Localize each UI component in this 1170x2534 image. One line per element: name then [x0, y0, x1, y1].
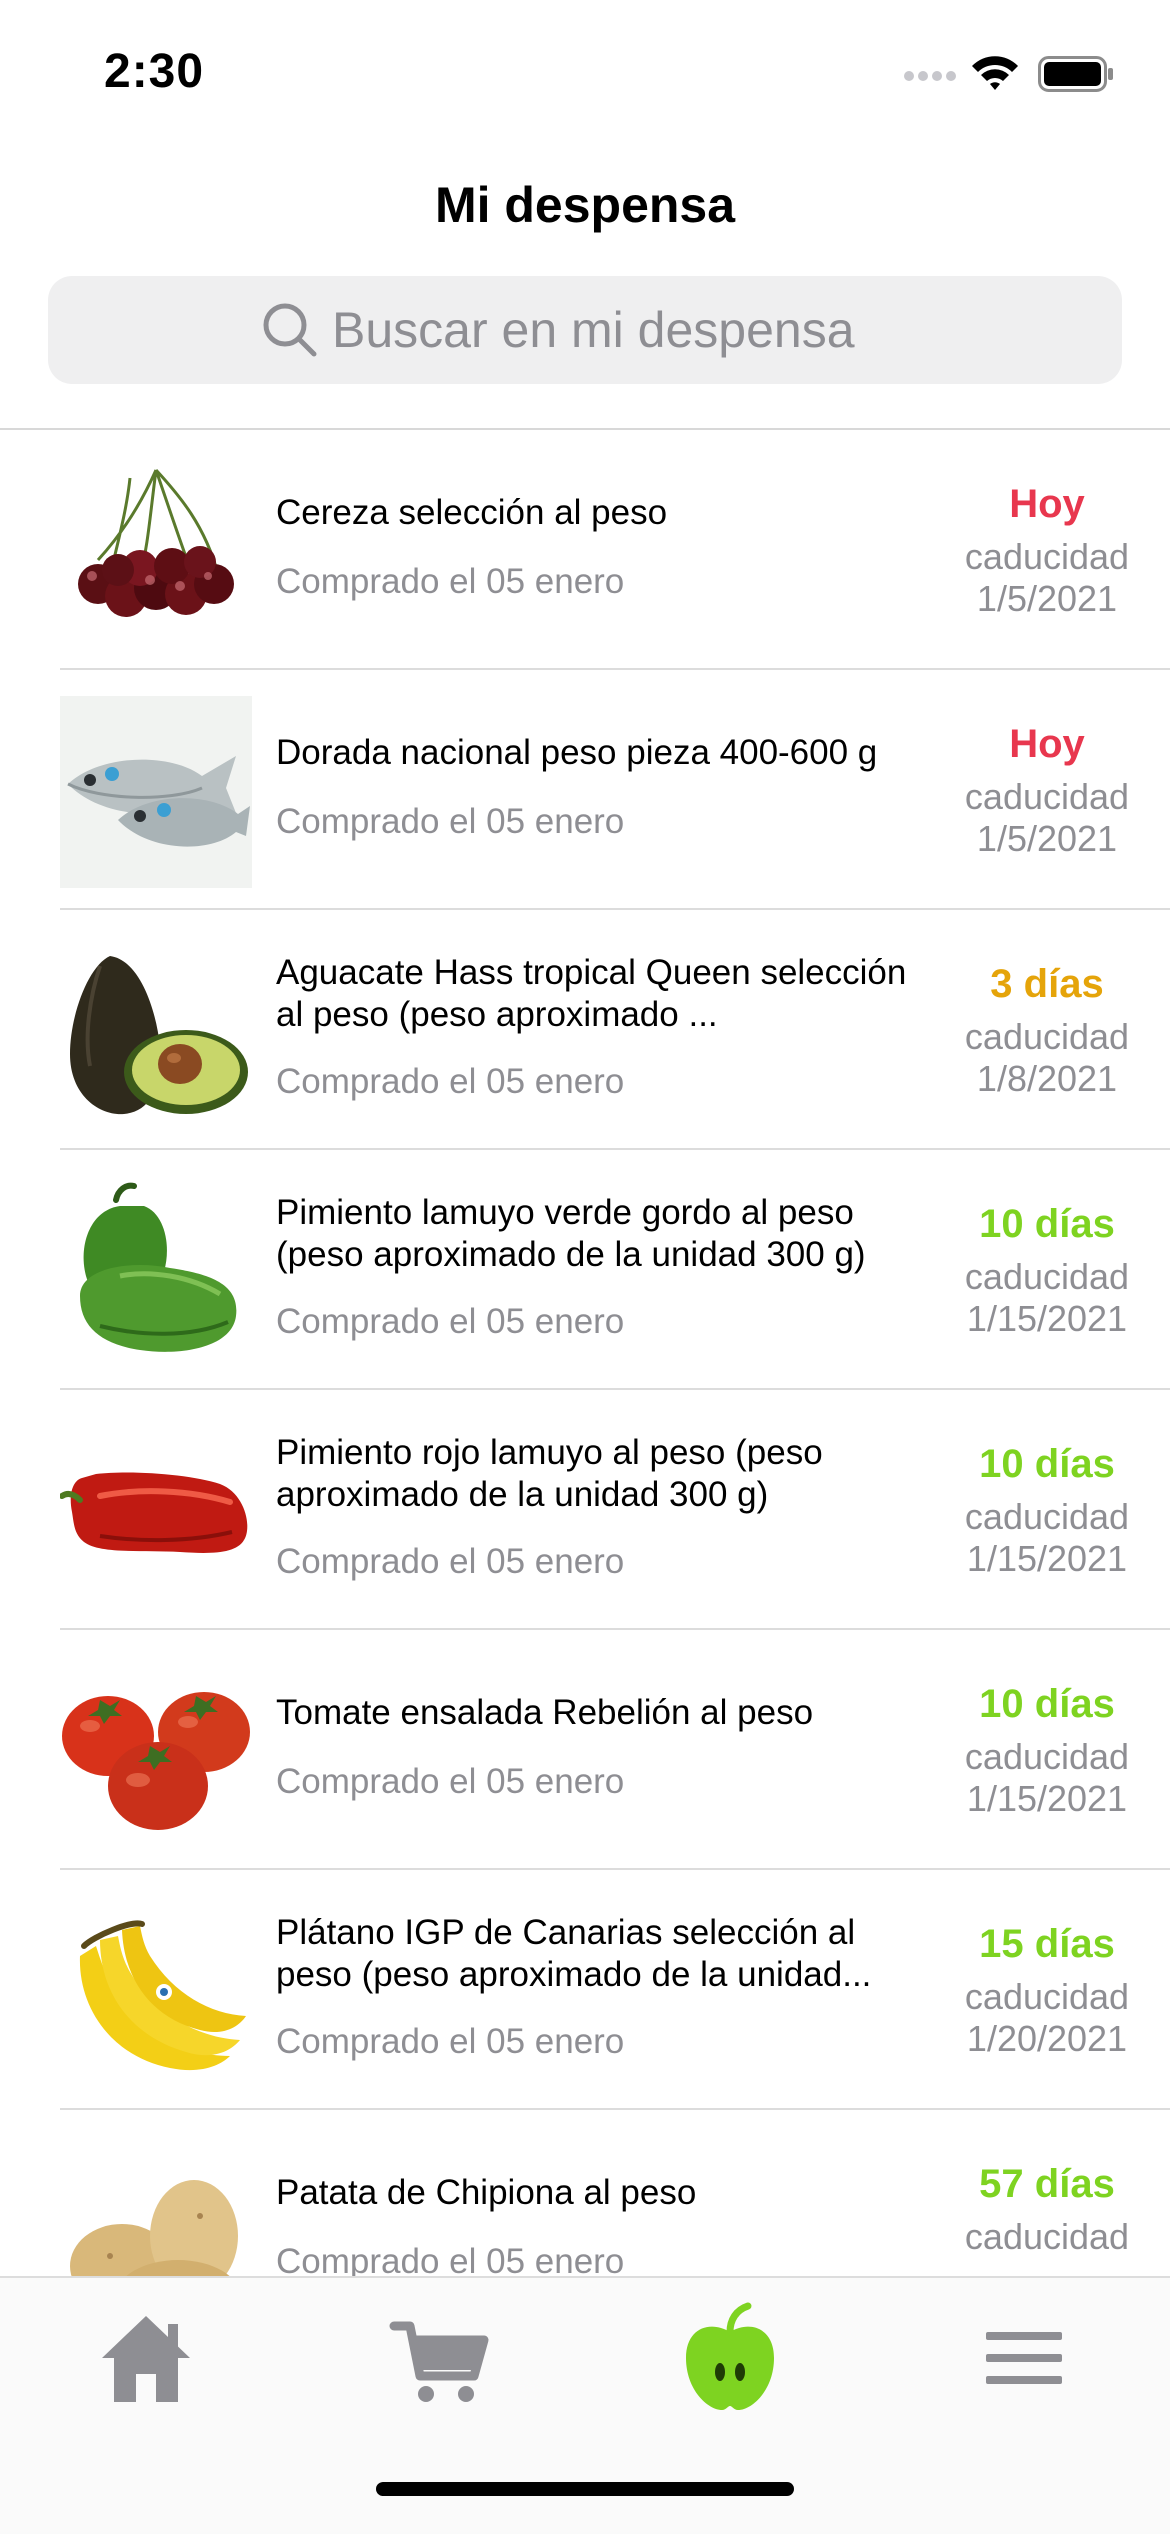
expiry-date: 1/8/2021 [976, 1058, 1118, 1099]
home-indicator [376, 2482, 794, 2496]
apple-icon[interactable] [670, 2298, 790, 2418]
expiry-label: caducidad [964, 1736, 1130, 1777]
menu-icon[interactable] [964, 2298, 1084, 2418]
search-bar[interactable]: Buscar en mi despensa [48, 276, 1122, 384]
cart-icon[interactable] [376, 2298, 496, 2418]
tomatoes-image [62, 1692, 250, 1830]
purchase-date: Comprado el 05 enero [276, 2242, 625, 2276]
days-remaining: 15 días [979, 1922, 1115, 1966]
product-name: Dorada nacional peso pieza 400-600 g [276, 733, 878, 772]
cellular-signal-icon [904, 71, 956, 81]
expiry-date: 1/15/2021 [966, 1778, 1128, 1819]
days-remaining: 10 días [979, 1442, 1115, 1486]
status-bar: 2:30 [0, 0, 1170, 140]
purchase-date: Comprado el 05 enero [276, 1062, 625, 1101]
status-time: 2:30 [104, 45, 205, 98]
days-remaining: 3 días [990, 962, 1104, 1006]
expiry-label: caducidad [964, 1016, 1130, 1057]
purchase-date: Comprado el 05 enero [276, 802, 625, 841]
product-name: Patata de Chipiona al peso [276, 2173, 697, 2212]
product-name: Cereza selección al peso [276, 493, 668, 532]
days-remaining: Hoy [1009, 482, 1085, 526]
expiry-label: caducidad [964, 776, 1130, 817]
product-name: Tomate ensalada Rebelión al peso [276, 1693, 814, 1732]
purchase-date: Comprado el 05 enero [276, 1762, 625, 1801]
days-remaining: 57 días [979, 2162, 1115, 2206]
bananas-image [79, 1920, 246, 2071]
list-item[interactable]: Plátano IGP de Canarias selección al pes… [0, 1870, 1170, 2110]
battery-icon [1038, 56, 1113, 92]
potatoes-image [70, 2180, 238, 2276]
expiry-date: 1/5/2021 [976, 578, 1118, 619]
expiry-date: 1/15/2021 [966, 1298, 1128, 1339]
purchase-date: Comprado el 05 enero [276, 562, 625, 601]
list-item[interactable]: Patata de Chipiona al peso Comprado el 0… [0, 2110, 1170, 2276]
list-item[interactable]: Pimiento lamuyo verde gordo al peso (pes… [0, 1150, 1170, 1390]
product-name: Aguacate Hass tropical Queen selección a… [276, 953, 907, 1034]
list-item[interactable]: Cereza selección al peso Comprado el 05 … [0, 430, 1170, 670]
search-placeholder: Buscar en mi despensa [332, 302, 855, 358]
expiry-date: 1/15/2021 [966, 1538, 1128, 1579]
product-name: Plátano IGP de Canarias selección al pes… [276, 1913, 872, 1994]
pantry-list[interactable]: Cereza selección al peso Comprado el 05 … [0, 430, 1170, 2276]
expiry-label: caducidad [964, 2216, 1130, 2257]
list-item[interactable]: Aguacate Hass tropical Queen selección a… [0, 910, 1170, 1150]
list-item[interactable]: Tomate ensalada Rebelión al peso Comprad… [0, 1630, 1170, 1870]
list-item[interactable]: Pimiento rojo lamuyo al peso (peso aprox… [0, 1390, 1170, 1630]
wifi-icon [972, 56, 1018, 90]
product-name: Pimiento rojo lamuyo al peso (peso aprox… [276, 1433, 823, 1514]
expiry-label: caducidad [964, 1256, 1130, 1297]
cherries-image [78, 468, 234, 617]
days-remaining: 10 días [979, 1682, 1115, 1726]
purchase-date: Comprado el 05 enero [276, 2022, 625, 2061]
green-pepper-image [80, 1182, 237, 1352]
red-pepper-image [60, 1472, 248, 1553]
page-title: Mi despensa [434, 177, 736, 233]
purchase-date: Comprado el 05 enero [276, 1302, 625, 1341]
expiry-label: caducidad [964, 536, 1130, 577]
expiry-date: 1/20/2021 [966, 2018, 1128, 2059]
product-name: Pimiento lamuyo verde gordo al peso (pes… [276, 1193, 866, 1274]
fish-image [60, 696, 252, 888]
expiry-label: caducidad [964, 1976, 1130, 2017]
avocado-image [70, 956, 248, 1115]
days-remaining: 10 días [979, 1202, 1115, 1246]
purchase-date: Comprado el 05 enero [276, 1542, 625, 1581]
expiry-date: 1/5/2021 [976, 818, 1118, 859]
list-item[interactable]: Dorada nacional peso pieza 400-600 g Com… [0, 670, 1170, 910]
home-icon[interactable] [86, 2298, 206, 2418]
search-icon [263, 303, 317, 357]
expiry-label: caducidad [964, 1496, 1130, 1537]
days-remaining: Hoy [1009, 722, 1085, 766]
